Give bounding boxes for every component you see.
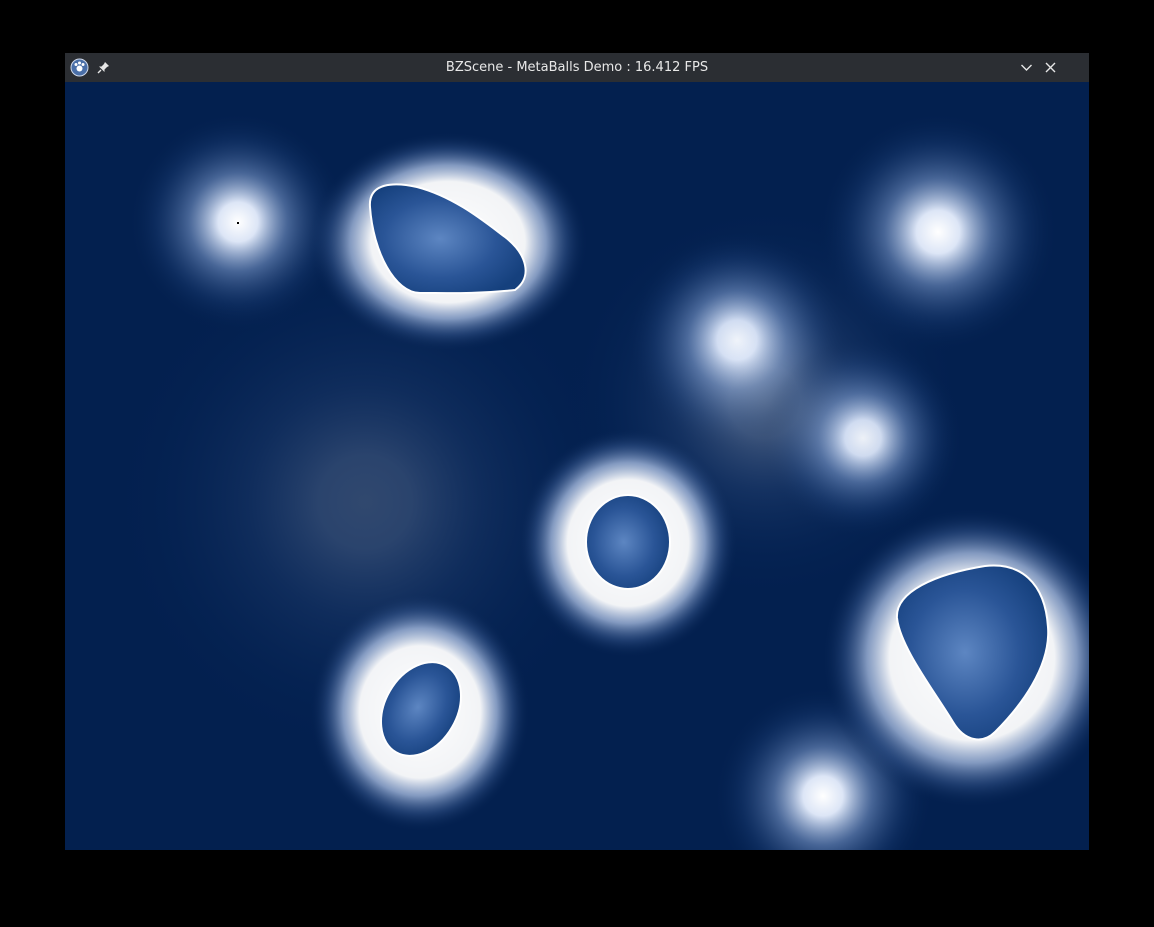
metaballs-viewport[interactable] — [65, 82, 1089, 850]
title-bar[interactable]: BZScene - MetaBalls Demo : 16.412 FPS — [65, 53, 1089, 82]
metaball-blob — [585, 494, 671, 590]
window-title: BZScene - MetaBalls Demo : 16.412 FPS — [445, 60, 709, 75]
app-window: BZScene - MetaBalls Demo : 16.412 FPS — [65, 53, 1089, 850]
close-icon[interactable] — [1043, 60, 1058, 75]
chevron-down-icon[interactable] — [1019, 60, 1034, 75]
cursor-dot — [237, 222, 239, 224]
metaballs-canvas — [65, 82, 1089, 850]
